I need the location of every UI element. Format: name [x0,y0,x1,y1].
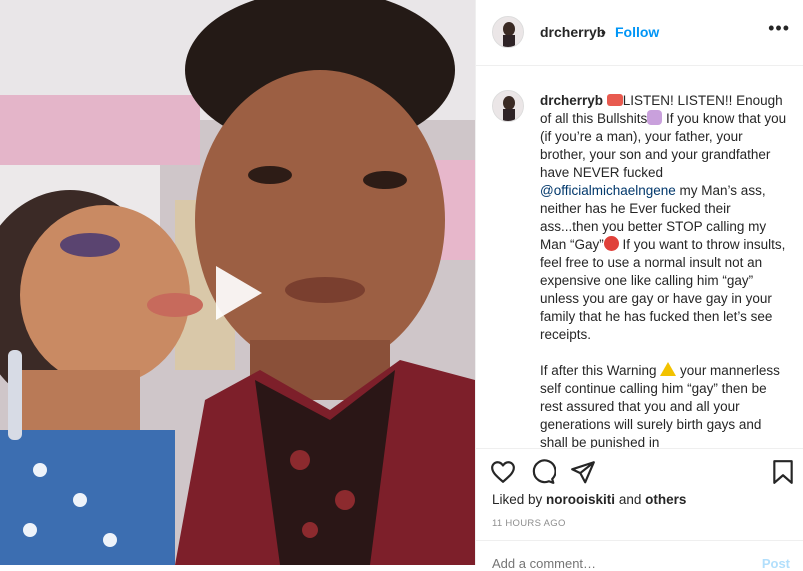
caption-paragraph-1: drcherryb LISTEN! LISTEN!! Enough of all… [540,92,788,344]
angry-emoji-icon [603,236,619,251]
post-video[interactable] [0,0,475,565]
caption-paragraph-2: If after this Warning your mannerless se… [540,362,788,448]
avatar-image [493,91,523,121]
post-comment-button[interactable]: Post [762,556,790,571]
caption-text: If after this Warning [540,363,661,378]
likes-summary: Liked by norooiskiti and others [492,492,686,507]
facepalm-emoji-icon [647,110,663,125]
post-caption: drcherryb LISTEN! LISTEN!! Enough of all… [540,92,788,448]
follow-button[interactable]: Follow [615,24,659,40]
header-username[interactable]: drcherryb [540,24,605,40]
play-icon[interactable] [204,262,266,324]
warning-emoji-icon [660,362,677,376]
action-bar [476,448,803,490]
header-separator: • [601,24,606,40]
post-timestamp[interactable]: 11 HOURS AGO [492,518,566,529]
add-comment-bar: Post [476,540,803,571]
caption-avatar[interactable] [492,90,524,122]
post-header: drcherryb • Follow ••• [476,0,803,66]
heart-icon[interactable] [490,459,516,485]
comment-icon[interactable] [530,459,556,485]
likes-others-link[interactable]: others [645,492,686,507]
megaphone-emoji-icon [606,94,623,106]
caption-username[interactable]: drcherryb [540,93,603,108]
comments-section[interactable]: drcherryb LISTEN! LISTEN!! Enough of all… [476,66,803,448]
comment-input[interactable] [492,555,732,571]
avatar-image [493,17,523,47]
likes-middle: and [615,492,646,507]
likes-prefix: Liked by [492,492,547,507]
bookmark-icon[interactable] [770,459,796,485]
instagram-post-modal: drcherryb • Follow ••• drcherryb LISTEN!… [0,0,803,571]
more-horizontal-icon[interactable]: ••• [768,18,790,39]
avatar[interactable] [492,16,524,48]
liked-by-user[interactable]: norooiskiti [546,492,615,507]
caption-text: If you want to throw insults, feel free … [540,237,786,342]
post-sidebar: drcherryb • Follow ••• drcherryb LISTEN!… [475,0,803,571]
share-icon[interactable] [570,459,596,485]
mention-link[interactable]: @officialmichaelngene [540,183,676,198]
